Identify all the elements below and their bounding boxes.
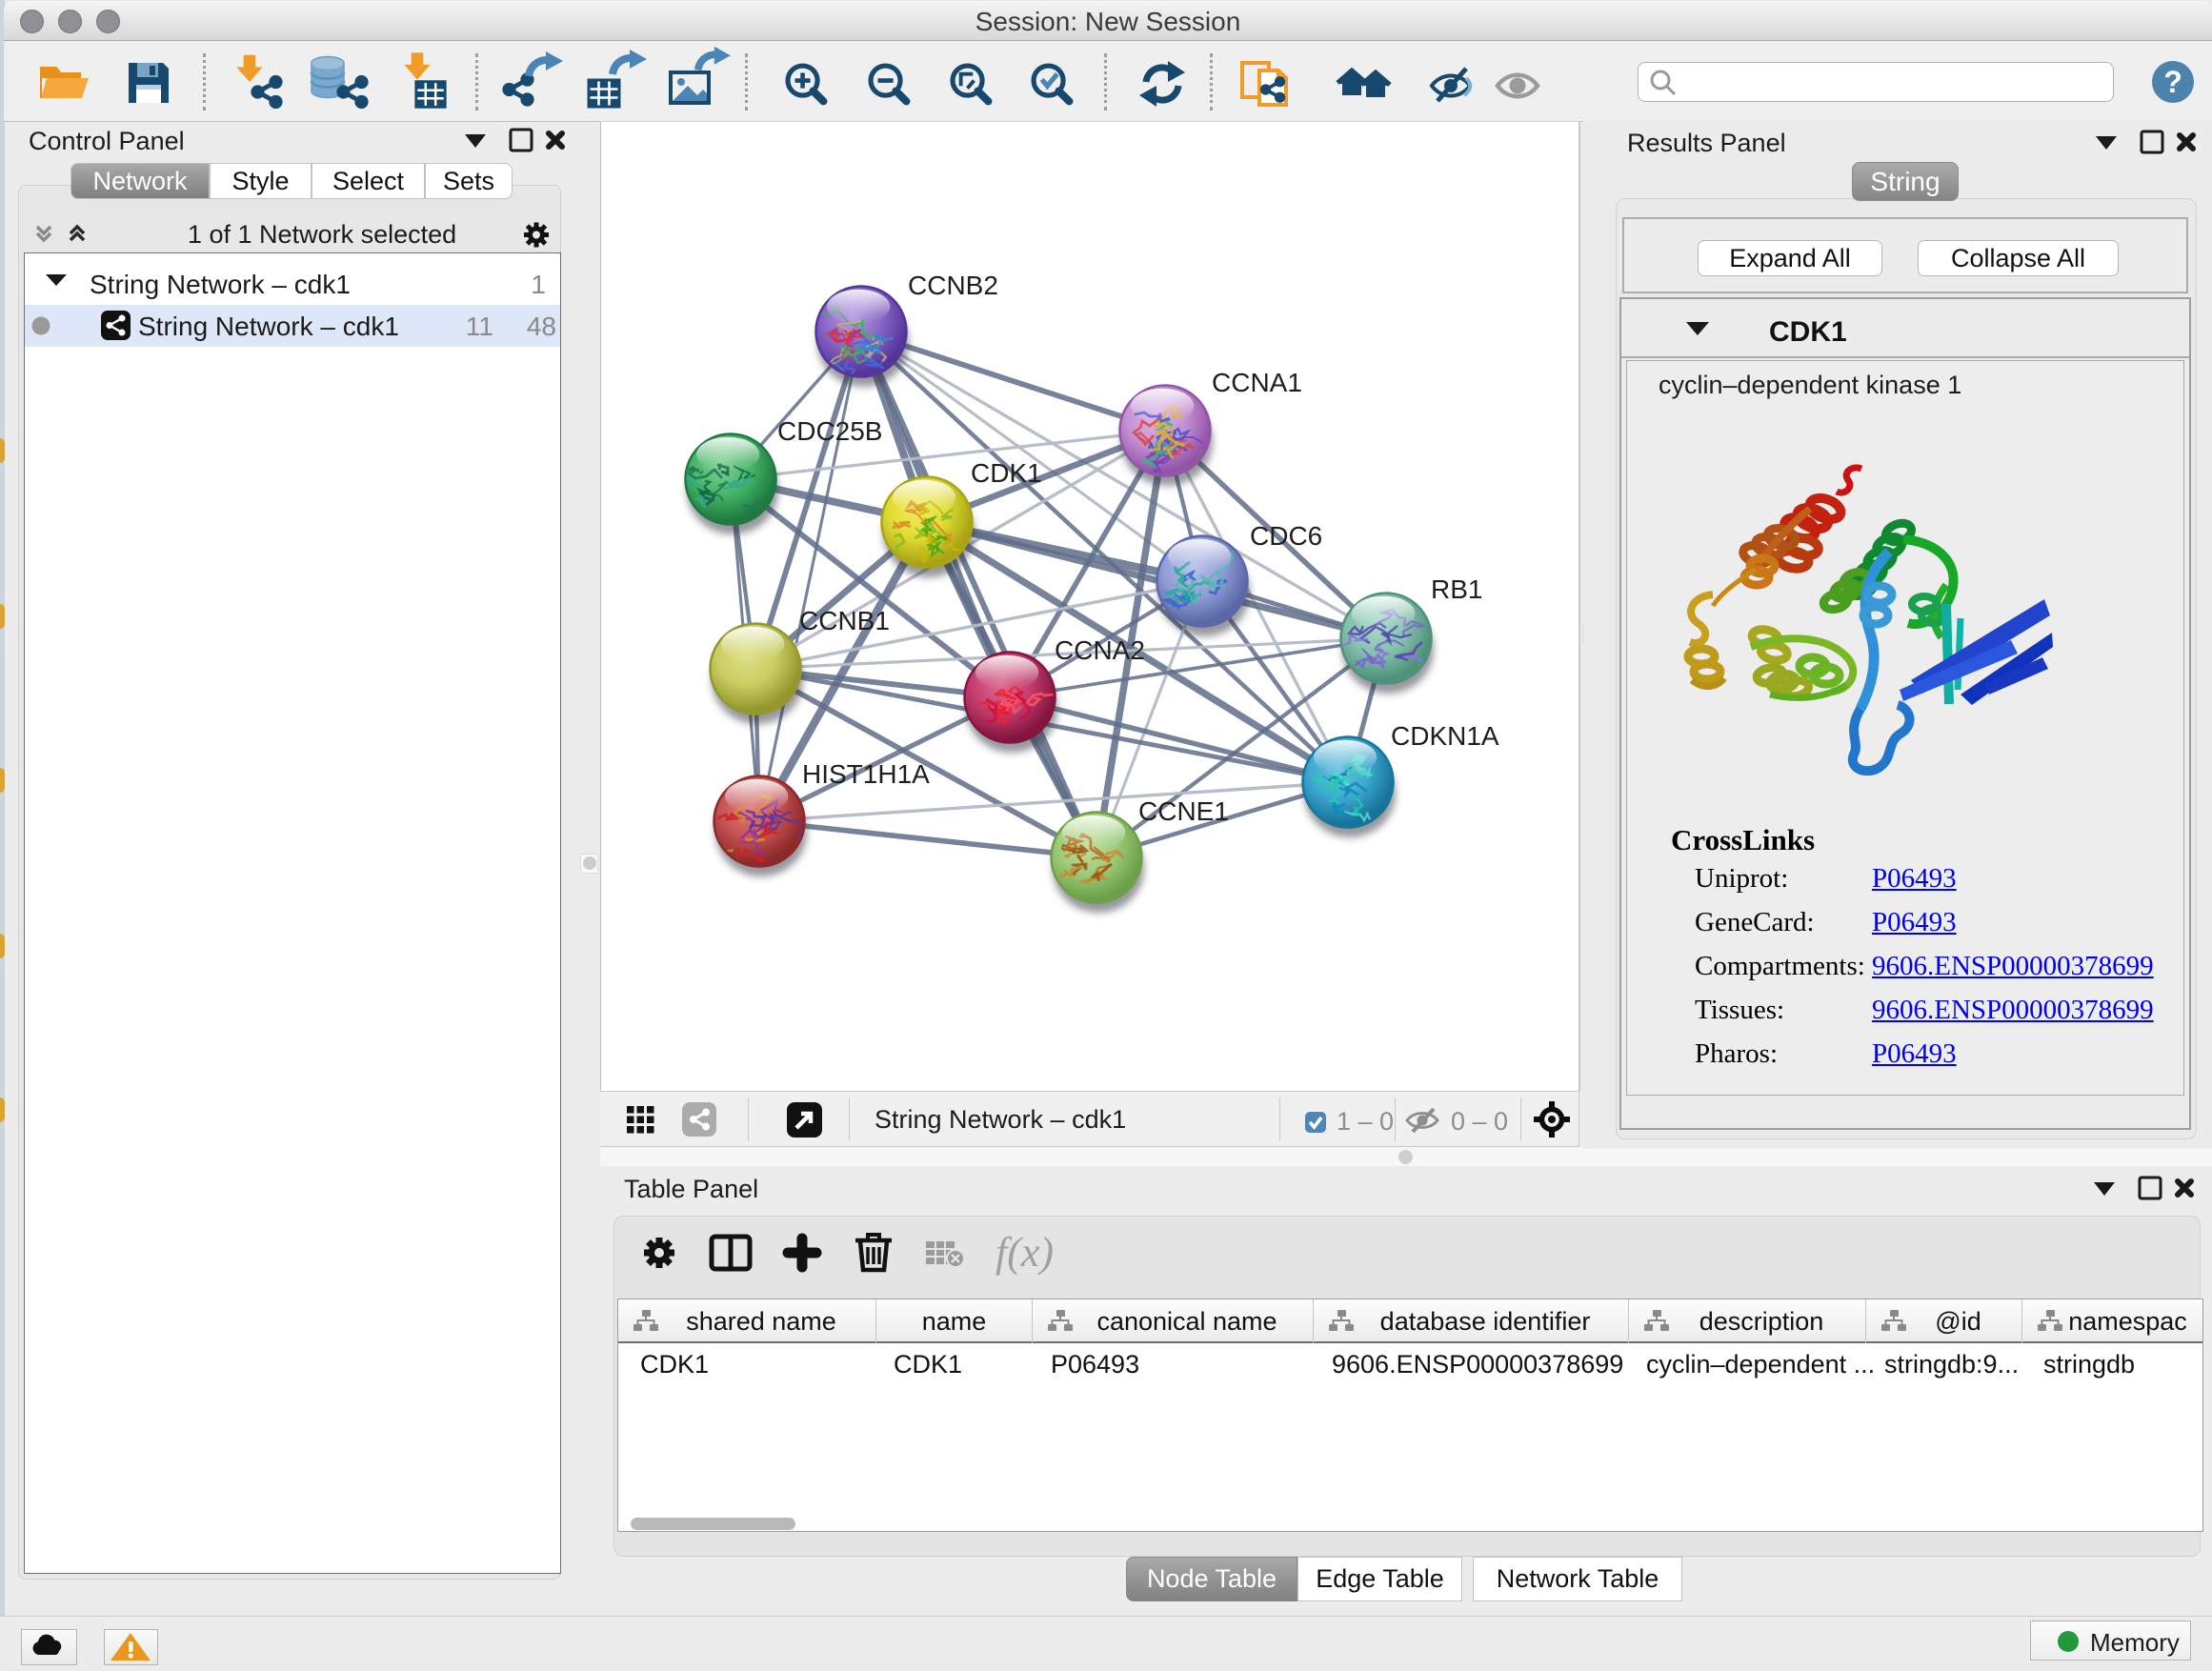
svg-text:CDK1: CDK1 [971, 458, 1042, 488]
svg-text:CCNA2: CCNA2 [1055, 635, 1145, 665]
svg-text:1: 1 [531, 270, 546, 299]
svg-text:CDC25B: CDC25B [777, 416, 882, 446]
svg-text:CCNB1: CCNB1 [799, 606, 890, 635]
svg-text:CDC6: CDC6 [1250, 521, 1322, 551]
svg-text:1 – 0: 1 – 0 [1337, 1107, 1394, 1136]
svg-text:String Network – cdk1: String Network – cdk1 [138, 312, 399, 341]
svg-text:48: 48 [527, 312, 556, 341]
svg-text:CCNE1: CCNE1 [1138, 796, 1229, 826]
svg-text:CCNA1: CCNA1 [1212, 368, 1302, 397]
svg-text:1 of 1 Network selected: 1 of 1 Network selected [188, 220, 456, 249]
svg-text:String Network – cdk1: String Network – cdk1 [90, 270, 351, 299]
svg-text:f(x): f(x) [995, 1229, 1054, 1276]
svg-text:CDK1: CDK1 [1769, 316, 1847, 348]
svg-text:0 – 0: 0 – 0 [1451, 1107, 1508, 1136]
svg-text:String Network – cdk1: String Network – cdk1 [875, 1105, 1126, 1134]
svg-text:CCNB2: CCNB2 [908, 271, 998, 300]
svg-text:RB1: RB1 [1431, 574, 1482, 604]
svg-text:11: 11 [466, 312, 493, 341]
svg-text:HIST1H1A: HIST1H1A [802, 759, 930, 789]
svg-text:CDKN1A: CDKN1A [1391, 721, 1499, 751]
